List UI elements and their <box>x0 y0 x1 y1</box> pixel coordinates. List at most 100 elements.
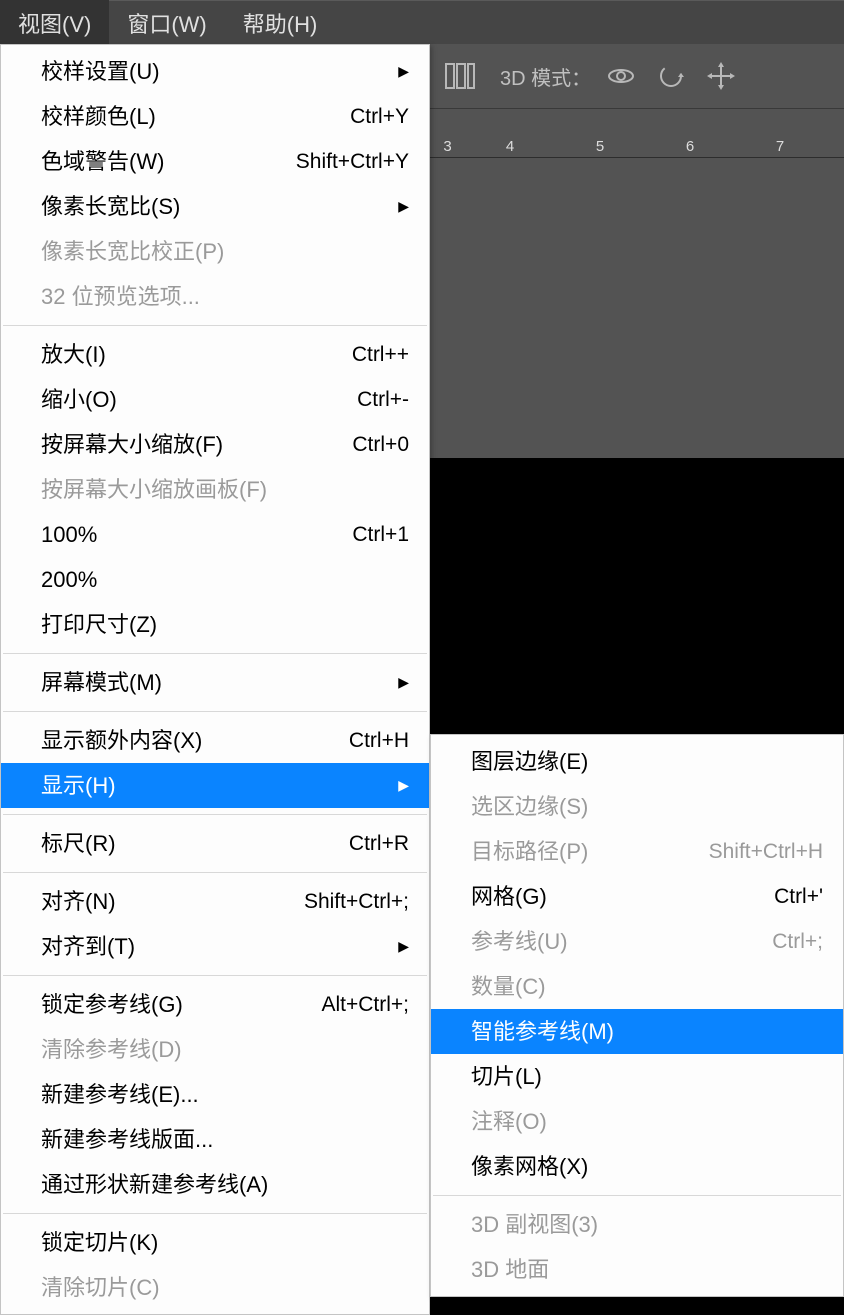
view-menu-item-2[interactable]: 色域警告(W) Shift+Ctrl+Y <box>1 139 429 184</box>
show-submenu-item-0[interactable]: 图层边缘(E) <box>431 739 843 784</box>
menu-item-label: 32 位预览选项... <box>41 280 200 313</box>
view-menu-item-3[interactable]: 像素长宽比(S) ▶ <box>1 184 429 229</box>
menu-item-shortcut: Ctrl+; <box>756 926 823 958</box>
menu-item-label: 参考线(U) <box>471 925 568 958</box>
view-menu-item-9[interactable]: 按屏幕大小缩放(F)Ctrl+0 <box>1 422 429 467</box>
view-menu-item-31[interactable]: 锁定切片(K) <box>1 1220 429 1265</box>
menu-item-label: 按屏幕大小缩放(F) <box>41 428 223 461</box>
menu-item-label: 色域警告(W) <box>41 145 164 178</box>
menu-item-label: 缩小(O) <box>41 383 117 416</box>
view-menu-item-27[interactable]: 新建参考线(E)... <box>1 1072 429 1117</box>
show-submenu: 图层边缘(E) 选区边缘(S) 目标路径(P) Shift+Ctrl+H 网格(G) Ct… <box>430 734 844 1297</box>
view-menu-item-20[interactable]: 标尺(R)Ctrl+R <box>1 821 429 866</box>
menu-item-label: 切片(L) <box>471 1060 542 1093</box>
menu-item-label: 像素长宽比校正(P) <box>41 235 224 268</box>
menu-item-label: 锁定切片(K) <box>41 1226 158 1259</box>
panel-icon[interactable] <box>440 56 480 96</box>
pan-icon[interactable] <box>701 56 741 96</box>
menu-separator <box>3 814 427 815</box>
view-menu-item-7[interactable]: 放大(I)Ctrl++ <box>1 332 429 377</box>
menu-item-label: 像素长宽比(S) <box>41 190 180 223</box>
toolbar-3d-label: 3D 模式： <box>500 62 591 91</box>
menu-item-label: 3D 副视图(3) <box>471 1208 598 1241</box>
view-menu-item-0[interactable]: 校样设置(U)▶ <box>1 49 429 94</box>
view-menu-item-22[interactable]: 对齐(N)Shift+Ctrl+; <box>1 879 429 924</box>
show-submenu-item-6[interactable]: 智能参考线(M) <box>431 1009 843 1054</box>
submenu-arrow-icon: ▶ <box>398 196 409 217</box>
ruler-tick: 4 <box>465 138 555 155</box>
menu-item-label: 清除参考线(D) <box>41 1033 182 1066</box>
menu-item-label: 清除切片(C) <box>41 1271 160 1304</box>
menu-item-label: 图层边缘(E) <box>471 745 588 778</box>
show-submenu-item-9[interactable]: 像素网格(X) <box>431 1144 843 1189</box>
view-menu-item-29[interactable]: 通过形状新建参考线(A) <box>1 1162 429 1207</box>
menubar: 视图(V) 窗口(W) 帮助(H) <box>0 0 844 44</box>
ruler-tick: 5 <box>555 138 645 155</box>
menu-item-label: 新建参考线版面... <box>41 1123 213 1156</box>
menu-item-label: 校样颜色(L) <box>41 100 156 133</box>
view-menu-item-13[interactable]: 打印尺寸(Z) <box>1 602 429 647</box>
menu-item-shortcut: Shift+Ctrl+Y <box>280 146 409 178</box>
menu-separator <box>3 1213 427 1214</box>
view-menu-item-25[interactable]: 锁定参考线(G) Alt+Ctrl+; <box>1 982 429 1027</box>
view-menu-item-12[interactable]: 200% <box>1 557 429 602</box>
ruler-tick: 6 <box>645 138 735 155</box>
menu-item-label: 数量(C) <box>471 970 546 1003</box>
ruler-tick: 7 <box>735 138 825 155</box>
ruler-tick: 3 <box>430 138 465 155</box>
view-menu-item-18[interactable]: 显示(H) ▶ <box>1 763 429 808</box>
menu-item-label: 对齐到(T) <box>41 930 135 963</box>
menu-item-label: 新建参考线(E)... <box>41 1078 199 1111</box>
show-submenu-item-3[interactable]: 网格(G) Ctrl+' <box>431 874 843 919</box>
menu-item-label: 按屏幕大小缩放画板(F) <box>41 473 267 506</box>
menu-item-shortcut: Alt+Ctrl+; <box>305 989 409 1021</box>
rotate-icon[interactable] <box>651 56 691 96</box>
menu-separator <box>433 1195 841 1196</box>
menu-item-label: 对齐(N) <box>41 885 116 918</box>
menu-item-shortcut: Shift+Ctrl+H <box>693 836 823 868</box>
menu-item-label: 目标路径(P) <box>471 835 588 868</box>
submenu-arrow-icon: ▶ <box>398 672 409 693</box>
show-submenu-item-11: 3D 副视图(3) <box>431 1202 843 1247</box>
menu-item-shortcut: Ctrl++ <box>336 339 409 371</box>
menu-item-label: 屏幕模式(M) <box>41 666 162 699</box>
orbit-icon[interactable] <box>601 56 641 96</box>
show-submenu-item-4: 参考线(U) Ctrl+; <box>431 919 843 964</box>
menu-separator <box>3 653 427 654</box>
show-submenu-item-7[interactable]: 切片(L) <box>431 1054 843 1099</box>
submenu-arrow-icon: ▶ <box>398 936 409 957</box>
menu-separator <box>3 325 427 326</box>
menu-item-label: 显示(H) <box>41 769 116 802</box>
ruler: 3 4 5 6 7 <box>430 108 844 158</box>
view-menu-item-11[interactable]: 100%Ctrl+1 <box>1 512 429 557</box>
menu-item-label: 锁定参考线(G) <box>41 988 183 1021</box>
menu-item-label: 通过形状新建参考线(A) <box>41 1168 268 1201</box>
menubar-item-view[interactable]: 视图(V) <box>0 0 109 47</box>
menu-item-shortcut: Ctrl+' <box>758 881 823 913</box>
menu-item-label: 选区边缘(S) <box>471 790 588 823</box>
view-menu-item-8[interactable]: 缩小(O)Ctrl+- <box>1 377 429 422</box>
view-menu-item-1[interactable]: 校样颜色(L)Ctrl+Y <box>1 94 429 139</box>
view-menu-item-23[interactable]: 对齐到(T) ▶ <box>1 924 429 969</box>
view-menu-item-28[interactable]: 新建参考线版面... <box>1 1117 429 1162</box>
menu-item-shortcut: Ctrl+R <box>333 828 409 860</box>
menu-item-label: 网格(G) <box>471 880 547 913</box>
menu-separator <box>3 711 427 712</box>
submenu-arrow-icon: ▶ <box>398 775 409 796</box>
menubar-item-help[interactable]: 帮助(H) <box>225 0 336 47</box>
view-menu-item-32: 清除切片(C) <box>1 1265 429 1310</box>
menu-item-shortcut: Ctrl+1 <box>336 519 409 551</box>
menubar-item-window[interactable]: 窗口(W) <box>109 0 224 47</box>
menu-item-label: 智能参考线(M) <box>471 1015 614 1048</box>
show-submenu-item-2: 目标路径(P) Shift+Ctrl+H <box>431 829 843 874</box>
menu-item-label: 打印尺寸(Z) <box>41 608 157 641</box>
show-submenu-item-5: 数量(C) <box>431 964 843 1009</box>
view-menu-item-4: 像素长宽比校正(P) <box>1 229 429 274</box>
menu-separator <box>3 975 427 976</box>
menu-item-label: 显示额外内容(X) <box>41 724 202 757</box>
menu-item-label: 校样设置(U) <box>41 55 160 88</box>
view-menu-item-15[interactable]: 屏幕模式(M) ▶ <box>1 660 429 705</box>
canvas-gray-area <box>430 158 844 458</box>
show-submenu-item-8: 注释(O) <box>431 1099 843 1144</box>
view-menu-item-17[interactable]: 显示额外内容(X)Ctrl+H <box>1 718 429 763</box>
